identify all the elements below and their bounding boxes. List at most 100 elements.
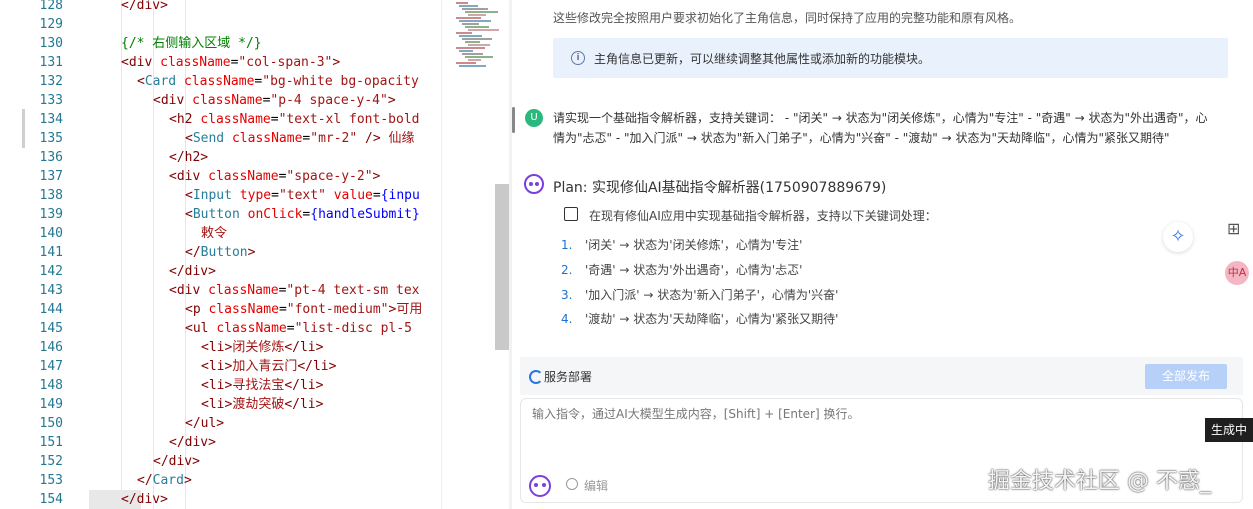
line-number: 145 [39,321,63,336]
code-text: </div> [121,492,168,507]
code-text: <div className="col-span-3"> [121,55,341,70]
code-line[interactable]: 131 <div className="col-span-3"> [0,53,441,72]
line-number: 137 [39,169,63,184]
line-number: 136 [39,150,63,165]
minimap-line [462,38,492,40]
step-text: '闭关' → 状态为'闭关修炼'，心情为'专注' [585,238,803,252]
code-line[interactable]: 151 </div> [0,433,441,452]
minimap-line [462,53,483,55]
minimap-line [459,20,491,22]
code-text: <h2 className="text-xl font-bold [169,112,420,127]
info-notice-text: 主角信息已更新，可以继续调整其他属性或添加新的功能模块。 [594,52,931,66]
code-line[interactable]: 129 [0,15,441,34]
task-checkbox[interactable] [564,207,578,221]
ai-model-icon[interactable] [529,475,551,497]
code-text: </Button> [185,245,256,260]
code-text: </Card> [137,473,192,488]
line-number: 144 [39,302,63,317]
info-notice: i 主角信息已更新，可以继续调整其他属性或添加新的功能模块。 [553,38,1228,78]
code-text: 敕令 [201,226,228,241]
code-text: <Card className="bg-white bg-opacity [137,74,419,89]
line-number: 134 [39,112,63,127]
minimap-line [456,2,468,4]
assistant-summary-text: 这些修改完全按照用户要求初始化了主角信息，同时保持了应用的完整功能和原有风格。 [553,11,1022,25]
minimap-line [459,35,482,37]
step-text: '加入门派' → 状态为'新入门弟子'，心情为'兴奋' [585,288,839,302]
step-number: 1. [561,238,573,252]
line-number: 142 [39,264,63,279]
line-number: 146 [39,340,63,355]
deploy-label: 服务部署 [544,370,593,384]
code-line[interactable]: 148 <li>寻找法宝</li> [0,376,441,395]
translate-icon[interactable]: 中A [1225,261,1249,285]
code-line[interactable]: 143 <div className="pt-4 text-sm tex [0,281,441,300]
minimap-line [468,44,490,46]
minimap[interactable] [441,0,499,509]
code-line[interactable]: 132 <Card className="bg-white bg-opacity [0,72,441,91]
code-line[interactable]: 147 <li>加入青云门</li> [0,357,441,376]
code-line[interactable]: 136 </h2> [0,148,441,167]
code-line[interactable]: 153 </Card> [0,471,441,490]
code-line[interactable]: 146 <li>闭关修炼</li> [0,338,441,357]
apps-grid-icon[interactable]: ⊞ [1227,219,1240,238]
editor-scrollbar[interactable] [495,184,509,350]
code-line[interactable]: 140 敕令 [0,224,441,243]
code-line[interactable]: 150 </ul> [0,414,441,433]
code-text: <Button onClick={handleSubmit} [185,207,420,222]
code-text: </div> [169,264,216,279]
minimap-line [462,23,479,25]
plan-step: 3. '加入门派' → 状态为'新入门弟子'，心情为'兴奋' [561,286,838,303]
code-line[interactable]: 133 <div className="p-4 space-y-4"> [0,91,441,110]
code-line[interactable]: 128 </div> [0,0,441,15]
minimap-line [456,17,481,19]
code-text: <p className="font-medium">可用 [185,302,423,317]
chat-panel: 这些修改完全按照用户要求初始化了主角信息，同时保持了应用的完整功能和原有风格。 … [512,0,1253,509]
code-line[interactable]: 137 <div className="space-y-2"> [0,167,441,186]
line-number: 131 [39,55,63,70]
line-number: 150 [39,416,63,431]
code-line[interactable]: 144 <p className="font-medium">可用 [0,300,441,319]
line-number: 140 [39,226,63,241]
line-number: 133 [39,93,63,108]
plan-step: 2. '奇遇' → 状态为'外出遇奇'，心情为'忐忑' [561,261,802,278]
service-deploy-bar: 服务部署 全部发布 [520,357,1243,395]
code-line[interactable]: 154 </div> [0,490,441,509]
code-line[interactable]: 139 <Button onClick={handleSubmit} [0,205,441,224]
line-number: 149 [39,397,63,412]
edit-icon[interactable] [566,478,578,490]
line-number: 128 [39,0,63,13]
generating-badge: 生成中 [1205,418,1253,442]
message-indicator [512,107,515,133]
plan-step: 4. '渡劫' → 状态为'天劫降临'，心情为'紧张又期待' [561,310,838,327]
step-text: '奇遇' → 状态为'外出遇奇'，心情为'忐忑' [585,263,803,277]
assistant-launcher-icon[interactable]: ✧ [1163,222,1193,252]
code-text: {/* 右侧输入区域 */} [121,36,262,51]
minimap-line [459,50,473,52]
code-text: <div className="pt-4 text-sm tex [169,283,420,298]
line-number: 147 [39,359,63,374]
minimap-line [468,14,486,16]
code-line[interactable]: 152 </div> [0,452,441,471]
code-line[interactable]: 141 </Button> [0,243,441,262]
minimap-line [465,56,493,58]
code-line[interactable]: 142 </div> [0,262,441,281]
code-line[interactable]: 135 <Send className="mr-2" /> 仙缘 [0,129,441,148]
line-number: 154 [39,492,63,507]
info-icon: i [571,51,585,65]
code-line[interactable]: 134 <h2 className="text-xl font-bold [0,110,441,129]
assistant-avatar-icon [524,174,544,194]
edit-button[interactable]: 编辑 [584,477,608,494]
user-avatar: U [525,109,543,127]
loading-spinner-icon [529,370,543,384]
publish-all-button[interactable]: 全部发布 [1145,364,1227,389]
code-line[interactable]: 138 <Input type="text" value={inpu [0,186,441,205]
minimap-line [465,26,489,28]
code-line[interactable]: 130 {/* 右侧输入区域 */} [0,34,441,53]
code-line[interactable]: 145 <ul className="list-disc pl-5 [0,319,441,338]
plan-title: Plan: 实现修仙AI基础指令解析器(1750907889679) [553,180,887,196]
code-text: <li>渡劫突破</li> [201,397,324,412]
task-text: 在现有修仙AI应用中实现基础指令解析器，支持以下关键词处理： [589,209,937,223]
minimap-line [456,62,476,64]
code-line[interactable]: 149 <li>渡劫突破</li> [0,395,441,414]
code-editor[interactable]: 128 </div> 129 130 {/* 右侧输入区域 */} 131 <div cla… [0,0,441,509]
